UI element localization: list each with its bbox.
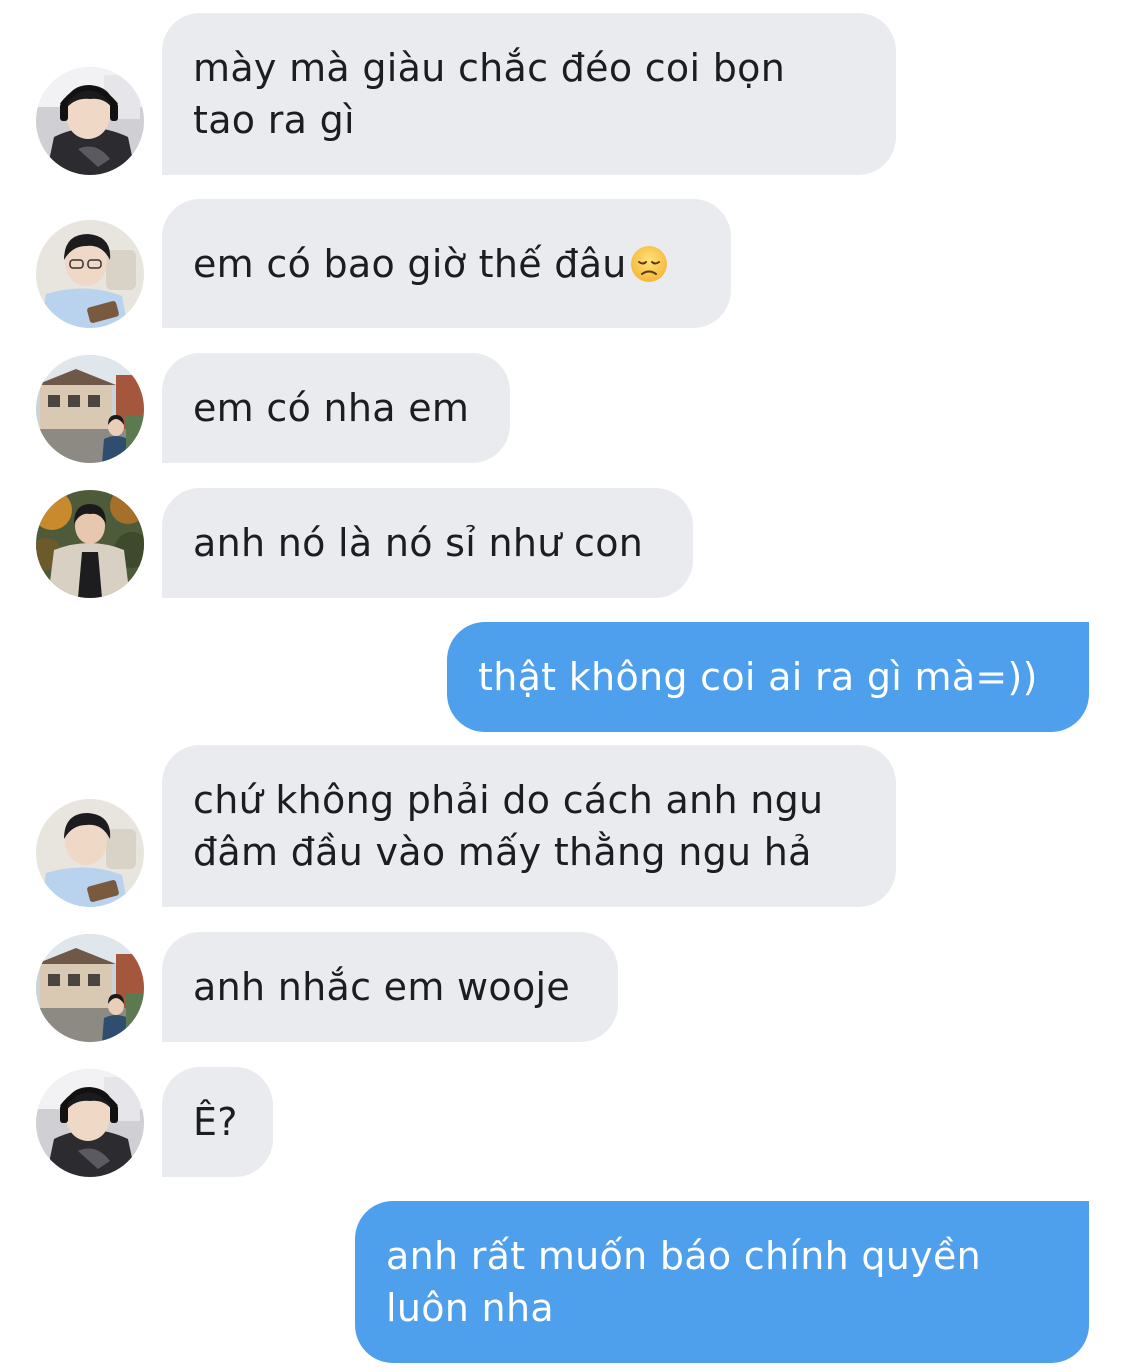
message-bubble-outgoing[interactable]: thật không coi ai ra gì mà=)) <box>447 622 1089 732</box>
message-text: Ê? <box>193 1100 238 1144</box>
message-bubble-incoming[interactable]: Ê? <box>162 1067 273 1177</box>
message-text: anh rất muốn báo chính quyền luôn nha <box>386 1234 982 1330</box>
disappointed-face-icon <box>629 244 669 284</box>
message-text: anh nó là nó sỉ như con <box>193 521 644 565</box>
message-bubble-incoming[interactable]: em có nha em <box>162 353 510 463</box>
message-bubble-incoming[interactable]: anh nó là nó sỉ như con <box>162 488 693 598</box>
message-bubble-incoming[interactable]: em có bao giờ thế đâu <box>162 199 731 328</box>
message-text: em có bao giờ thế đâu <box>193 241 627 286</box>
message-text: anh nhắc em wooje <box>193 965 571 1009</box>
avatar-street-user[interactable] <box>36 934 144 1042</box>
avatar-headset-user[interactable] <box>36 1069 144 1177</box>
avatar-street-image <box>36 934 144 1042</box>
message-text: thật không coi ai ra gì mà=)) <box>478 655 1038 699</box>
message-text: em có nha em <box>193 386 470 430</box>
avatar-street-user[interactable] <box>36 355 144 463</box>
message-bubble-incoming[interactable]: mày mà giàu chắc đéo coi bọn tao ra gì <box>162 13 896 175</box>
avatar-blue-shirt-user[interactable] <box>36 799 144 907</box>
avatar-blue-shirt-image <box>36 799 144 907</box>
message-bubble-incoming[interactable]: anh nhắc em wooje <box>162 932 618 1042</box>
avatar-street-image <box>36 355 144 463</box>
avatar-cardigan-image <box>36 490 144 598</box>
message-bubble-outgoing[interactable]: anh rất muốn báo chính quyền luôn nha <box>355 1201 1089 1363</box>
avatar-blue-shirt-user[interactable] <box>36 220 144 328</box>
avatar-cardigan-user[interactable] <box>36 490 144 598</box>
avatar-blue-shirt-image <box>36 220 144 328</box>
avatar-headset-image <box>36 1069 144 1177</box>
avatar-headset-image <box>36 67 144 175</box>
avatar-headset-user[interactable] <box>36 67 144 175</box>
message-text: mày mà giàu chắc đéo coi bọn tao ra gì <box>193 46 786 142</box>
message-bubble-incoming[interactable]: chứ không phải do cách anh ngu đâm đầu v… <box>162 745 896 907</box>
message-text: chứ không phải do cách anh ngu đâm đầu v… <box>193 778 824 874</box>
